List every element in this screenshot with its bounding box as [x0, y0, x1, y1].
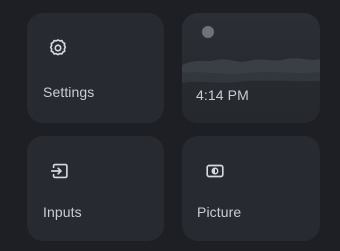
input-icon	[50, 163, 68, 179]
clock-tile[interactable]: 4:14 PM	[182, 13, 320, 123]
picture-label: Picture	[197, 204, 242, 220]
moon-icon	[202, 26, 214, 38]
gear-icon	[49, 39, 67, 56]
inputs-label: Inputs	[43, 204, 82, 220]
quick-settings-panel: Settings 4:14 PM Inputs Picture	[0, 0, 340, 251]
picture-icon	[206, 164, 224, 178]
inputs-tile[interactable]: Inputs	[27, 136, 164, 241]
ambient-wallpaper	[182, 13, 320, 123]
settings-tile[interactable]: Settings	[27, 13, 164, 123]
clock-time: 4:14 PM	[196, 87, 249, 103]
settings-label: Settings	[43, 84, 95, 100]
picture-tile[interactable]: Picture	[182, 136, 320, 241]
